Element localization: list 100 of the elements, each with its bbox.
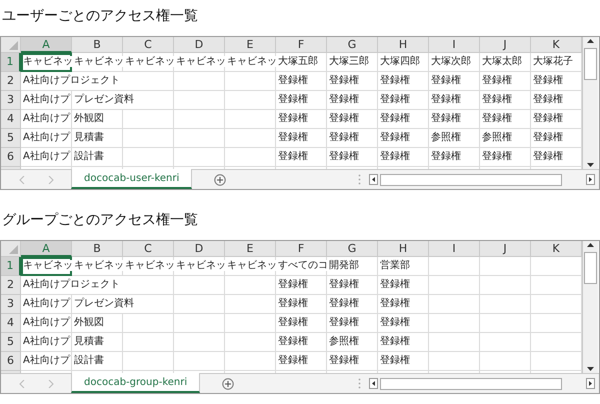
table-cell[interactable] (225, 72, 276, 91)
row-header[interactable]: 6 (1, 352, 21, 371)
row-header[interactable]: 3 (1, 91, 21, 110)
table-cell[interactable] (480, 314, 531, 333)
column-header[interactable]: K (531, 241, 582, 257)
table-cell[interactable]: 登録権 (276, 72, 327, 91)
table-cell[interactable]: 登録権 (276, 129, 327, 148)
table-cell[interactable]: 大塚四郎 (378, 53, 429, 72)
row-header[interactable]: 1 (1, 53, 21, 72)
table-cell[interactable]: 登録権 (531, 148, 582, 167)
table-cell[interactable]: プレゼン資料 (72, 91, 174, 110)
scroll-thumb[interactable] (584, 48, 597, 80)
table-cell[interactable]: 開発部 (327, 257, 378, 276)
table-cell[interactable] (429, 276, 480, 295)
table-cell[interactable]: 登録権 (480, 110, 531, 129)
table-cell[interactable]: A社向けプロジェクト (21, 72, 174, 91)
table-cell[interactable]: 設計書 (72, 148, 123, 167)
table-cell[interactable]: 登録権 (276, 91, 327, 110)
row-header[interactable]: 5 (1, 129, 21, 148)
table-cell[interactable]: 登録権 (378, 314, 429, 333)
table-cell[interactable] (480, 295, 531, 314)
previous-sheet-icon[interactable] (18, 176, 24, 184)
column-header[interactable]: J (480, 241, 531, 257)
table-cell[interactable] (225, 276, 276, 295)
table-cell[interactable] (174, 72, 225, 91)
table-cell[interactable]: 登録権 (327, 148, 378, 167)
table-cell[interactable]: 登録権 (327, 110, 378, 129)
table-cell[interactable]: 登録権 (531, 110, 582, 129)
column-header[interactable]: H (378, 37, 429, 53)
scroll-right-icon[interactable] (586, 378, 595, 389)
table-cell[interactable]: 登録権 (429, 91, 480, 110)
table-cell[interactable]: 登録権 (327, 276, 378, 295)
table-cell[interactable]: 登録権 (480, 148, 531, 167)
table-cell[interactable]: 大塚五郎 (276, 53, 327, 72)
previous-sheet-icon[interactable] (18, 380, 24, 388)
table-cell[interactable]: 登録権 (429, 72, 480, 91)
table-cell[interactable]: 登録権 (276, 276, 327, 295)
scroll-thumb[interactable] (584, 252, 597, 284)
splitter-handle-icon[interactable] (358, 378, 361, 389)
table-cell[interactable] (174, 276, 225, 295)
table-cell[interactable]: 見積書 (72, 333, 123, 352)
table-cell[interactable]: 登録権 (327, 129, 378, 148)
table-cell[interactable]: 登録権 (429, 110, 480, 129)
row-header[interactable]: 2 (1, 72, 21, 91)
scroll-right-icon[interactable] (586, 174, 595, 185)
row-header[interactable]: 2 (1, 276, 21, 295)
table-cell[interactable] (123, 314, 174, 333)
column-header[interactable]: H (378, 241, 429, 257)
column-header[interactable]: E (225, 37, 276, 53)
select-all-corner[interactable] (1, 37, 21, 53)
column-header[interactable]: E (225, 241, 276, 257)
row-header[interactable]: 3 (1, 295, 21, 314)
table-cell[interactable] (123, 352, 174, 371)
table-cell[interactable]: 登録権 (378, 295, 429, 314)
table-cell[interactable]: 営業部 (378, 257, 429, 276)
table-cell[interactable]: 登録権 (429, 148, 480, 167)
table-cell[interactable]: 大塚太郎 (480, 53, 531, 72)
table-cell[interactable] (429, 333, 480, 352)
row-header[interactable]: 4 (1, 110, 21, 129)
table-cell[interactable]: 登録権 (276, 110, 327, 129)
table-cell[interactable] (480, 257, 531, 276)
table-cell[interactable]: 登録権 (378, 352, 429, 371)
table-cell[interactable]: 見積書 (72, 129, 123, 148)
column-header[interactable]: I (429, 241, 480, 257)
table-cell[interactable]: 登録権 (378, 129, 429, 148)
table-cell[interactable]: 外観図 (72, 110, 123, 129)
column-header[interactable]: J (480, 37, 531, 53)
table-cell[interactable] (123, 129, 174, 148)
table-cell[interactable]: 登録権 (531, 72, 582, 91)
table-cell[interactable]: 登録権 (378, 91, 429, 110)
table-cell[interactable] (225, 110, 276, 129)
column-header[interactable]: C (123, 241, 174, 257)
table-cell[interactable]: 登録権 (327, 352, 378, 371)
table-cell[interactable] (225, 352, 276, 371)
vertical-scrollbar[interactable] (582, 37, 598, 169)
row-header[interactable]: 6 (1, 148, 21, 167)
table-cell[interactable] (123, 333, 174, 352)
column-header[interactable]: G (327, 37, 378, 53)
table-cell[interactable] (174, 129, 225, 148)
table-cell[interactable] (123, 148, 174, 167)
table-cell[interactable]: 登録権 (378, 110, 429, 129)
scroll-left-icon[interactable] (369, 378, 378, 389)
table-cell[interactable]: 登録権 (327, 72, 378, 91)
table-cell[interactable] (225, 333, 276, 352)
table-cell[interactable]: 登録権 (276, 148, 327, 167)
scroll-thumb[interactable] (380, 378, 562, 390)
table-cell[interactable] (174, 314, 225, 333)
table-cell[interactable]: プレゼン資料 (72, 295, 174, 314)
column-header[interactable]: A (21, 241, 72, 257)
table-cell[interactable] (225, 314, 276, 333)
table-cell[interactable] (480, 276, 531, 295)
table-cell[interactable]: 参照権 (429, 129, 480, 148)
table-cell[interactable]: 登録権 (276, 295, 327, 314)
table-cell[interactable]: 登録権 (327, 295, 378, 314)
table-cell[interactable]: 大塚次郎 (429, 53, 480, 72)
next-sheet-icon[interactable] (48, 380, 54, 388)
table-cell[interactable] (225, 91, 276, 110)
table-cell[interactable]: 登録権 (378, 333, 429, 352)
table-cell[interactable] (174, 333, 225, 352)
column-header[interactable]: D (174, 241, 225, 257)
